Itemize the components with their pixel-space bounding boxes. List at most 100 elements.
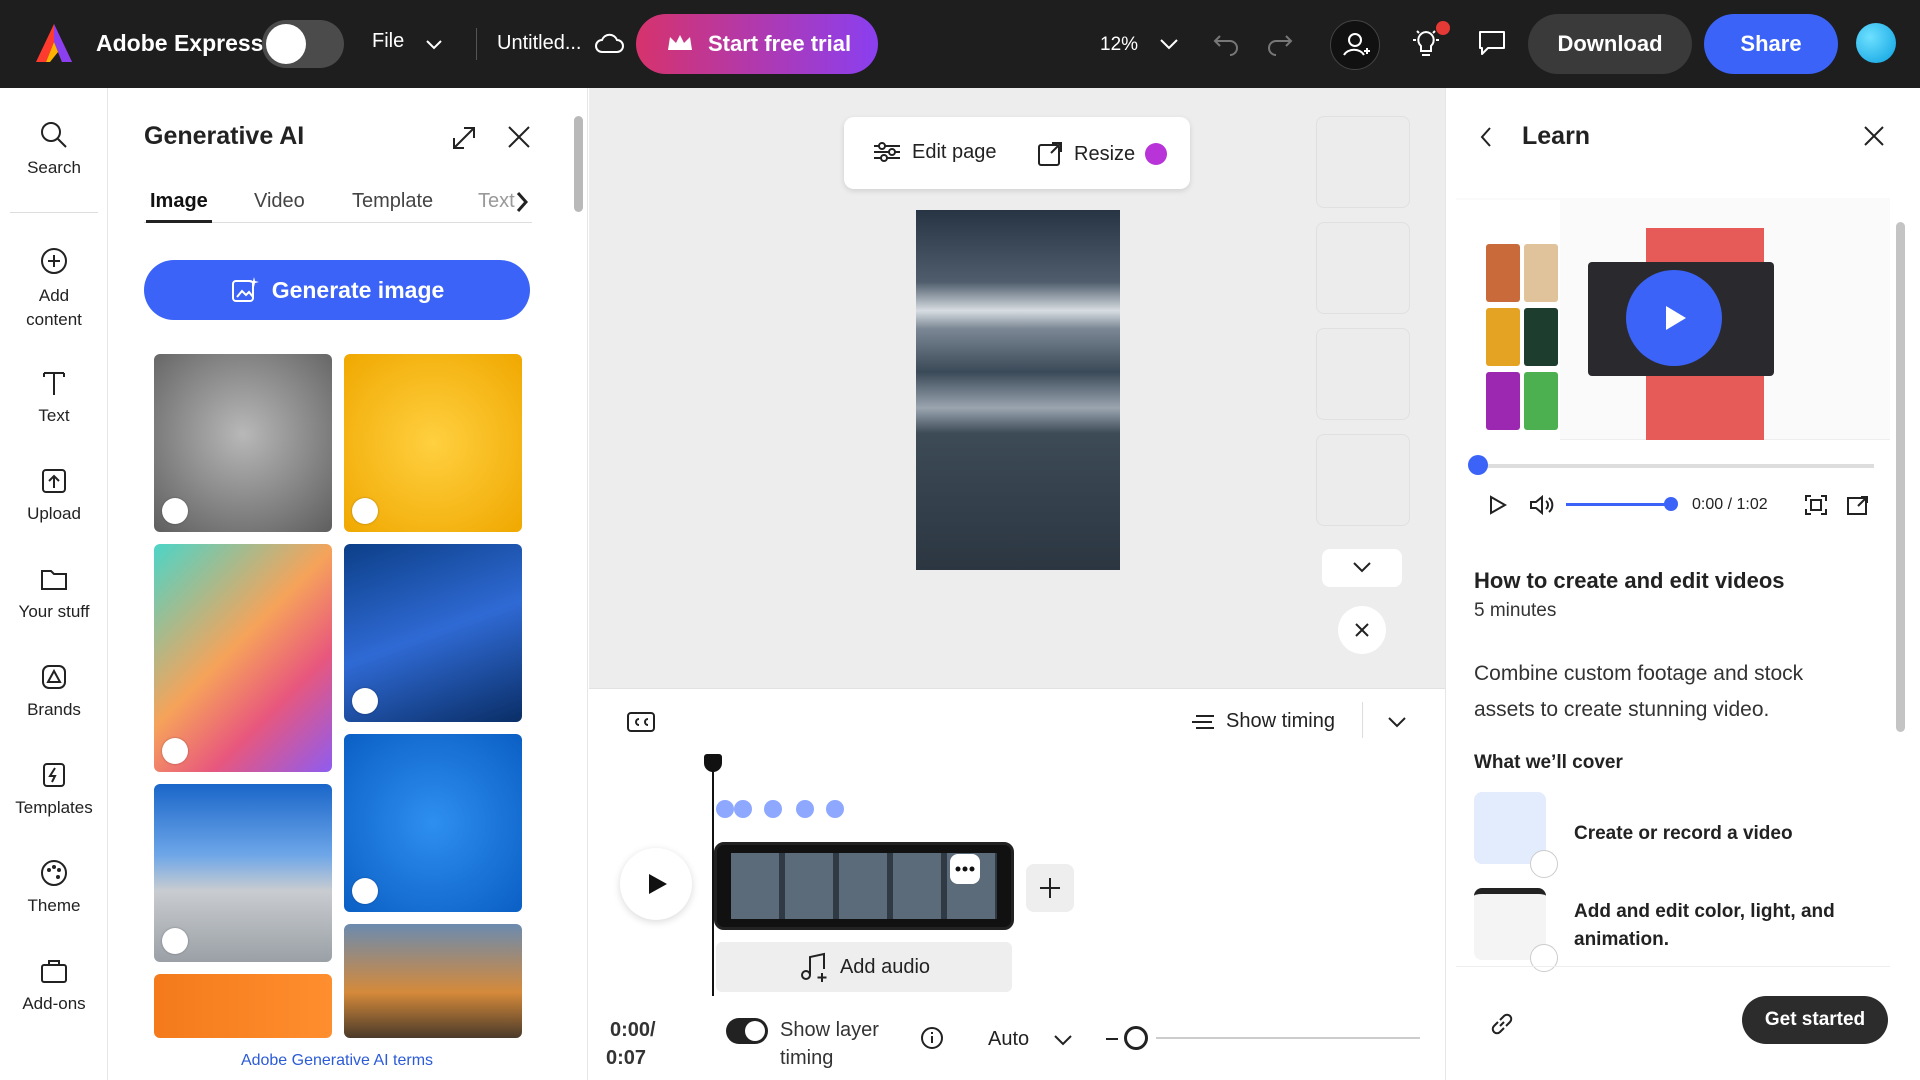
- check-circle-icon: [1530, 850, 1558, 878]
- template-preview: [1486, 308, 1520, 366]
- resize-button[interactable]: Resize: [1036, 140, 1168, 168]
- minus-icon[interactable]: [1106, 1038, 1118, 1040]
- divider: [1456, 966, 1890, 967]
- close-pages-button[interactable]: [1338, 606, 1386, 654]
- generated-image-thumbnail[interactable]: [154, 354, 332, 532]
- app-name: Adobe Express: [96, 30, 264, 56]
- rail-item-brands[interactable]: Brands: [0, 662, 108, 720]
- start-free-trial-button[interactable]: Start free trial: [636, 14, 878, 74]
- chevron-down-icon[interactable]: [1158, 34, 1180, 54]
- invite-collaborator-button[interactable]: [1330, 20, 1380, 70]
- video-progress-track[interactable]: [1470, 464, 1874, 468]
- animation-marker[interactable]: [716, 800, 734, 818]
- search-icon: [41, 122, 67, 148]
- animation-marker[interactable]: [796, 800, 814, 818]
- captions-icon[interactable]: [626, 710, 656, 734]
- rail-item-your-stuff[interactable]: Your stuff: [0, 564, 108, 622]
- add-audio-button[interactable]: Add audio: [716, 942, 1012, 992]
- tab-video[interactable]: Video: [254, 190, 305, 213]
- zoom-level[interactable]: 12%: [1100, 34, 1138, 56]
- rail-label: Upload: [27, 504, 81, 523]
- cover-item[interactable]: Create or record a video: [1574, 820, 1864, 848]
- show-timing-label: Show timing: [1226, 710, 1335, 732]
- add-scene-button[interactable]: [1026, 864, 1074, 912]
- play-button[interactable]: [620, 848, 692, 920]
- generated-image-thumbnail[interactable]: [154, 544, 332, 772]
- playback-speed-select[interactable]: Auto: [988, 1028, 1029, 1051]
- label-line: Show layer: [780, 1019, 879, 1041]
- rail-item-search[interactable]: Search: [0, 120, 108, 178]
- page-thumbnail[interactable]: [1316, 222, 1410, 314]
- rail-item-add-ons[interactable]: Add-ons: [0, 956, 108, 1014]
- tutorial-duration: 5 minutes: [1474, 600, 1557, 621]
- generated-image-thumbnail[interactable]: [344, 354, 522, 532]
- tab-template[interactable]: Template: [352, 190, 433, 213]
- undo-icon[interactable]: [1212, 30, 1242, 56]
- animation-marker[interactable]: [734, 800, 752, 818]
- rail-item-text[interactable]: Text: [0, 368, 108, 426]
- sparkle-icon: [162, 738, 188, 764]
- chevron-down-icon[interactable]: [1052, 1030, 1074, 1050]
- pages-expand-button[interactable]: [1322, 549, 1402, 587]
- video-play-button[interactable]: [1626, 270, 1722, 366]
- magic-toggle[interactable]: [262, 20, 344, 68]
- timeline-zoom-slider-track[interactable]: [1156, 1037, 1420, 1039]
- file-menu-button[interactable]: File: [372, 30, 404, 53]
- resize-icon: [1038, 142, 1062, 166]
- scrollbar[interactable]: [1892, 200, 1910, 960]
- page-thumbnail[interactable]: [1316, 328, 1410, 420]
- video-page-artboard[interactable]: [916, 210, 1120, 570]
- close-icon[interactable]: [506, 124, 532, 150]
- generative-ai-terms-link[interactable]: Adobe Generative AI terms: [144, 1052, 530, 1070]
- page-thumbnail[interactable]: [1316, 116, 1410, 208]
- edit-page-button[interactable]: Edit page: [872, 140, 997, 164]
- redo-icon[interactable]: [1264, 30, 1294, 56]
- info-icon[interactable]: [920, 1026, 944, 1050]
- volume-slider-knob[interactable]: [1664, 497, 1678, 511]
- share-button[interactable]: Share: [1704, 14, 1838, 74]
- generated-image-thumbnail[interactable]: [344, 924, 522, 1038]
- generated-image-thumbnail[interactable]: [154, 784, 332, 962]
- comment-icon[interactable]: [1476, 28, 1508, 58]
- video-progress-knob[interactable]: [1468, 455, 1488, 475]
- chevron-down-icon[interactable]: [424, 34, 444, 54]
- get-started-button[interactable]: Get started: [1742, 996, 1888, 1044]
- tab-text[interactable]: Text: [478, 190, 515, 213]
- document-title[interactable]: Untitled...: [497, 32, 581, 55]
- close-icon[interactable]: [1862, 124, 1886, 148]
- expand-icon[interactable]: [450, 124, 478, 152]
- animation-marker[interactable]: [764, 800, 782, 818]
- play-icon[interactable]: [1486, 494, 1508, 516]
- cover-item[interactable]: Add and edit color, light, and animation…: [1574, 898, 1864, 954]
- animation-marker[interactable]: [826, 800, 844, 818]
- adobe-express-logo[interactable]: [34, 22, 74, 66]
- download-button[interactable]: Download: [1528, 14, 1692, 74]
- avatar[interactable]: [1856, 23, 1896, 63]
- volume-slider-track[interactable]: [1566, 503, 1672, 506]
- generate-image-button[interactable]: Generate image: [144, 260, 530, 320]
- palette-icon: [41, 860, 67, 886]
- rail-item-templates[interactable]: Templates: [0, 760, 108, 818]
- show-layer-timing-toggle[interactable]: [726, 1018, 768, 1044]
- volume-icon[interactable]: [1528, 494, 1554, 516]
- rail-item-upload[interactable]: Upload: [0, 466, 108, 524]
- show-timing-button[interactable]: Show timing: [1190, 710, 1335, 733]
- timeline-zoom-slider-knob[interactable]: [1124, 1026, 1148, 1050]
- chevron-right-icon[interactable]: [514, 190, 530, 214]
- rail-item-add-content[interactable]: Add content: [0, 246, 108, 332]
- picture-in-picture-icon[interactable]: [1846, 494, 1870, 516]
- chevron-left-icon[interactable]: [1476, 124, 1496, 150]
- fullscreen-icon[interactable]: [1804, 494, 1828, 516]
- rail-item-theme[interactable]: Theme: [0, 858, 108, 916]
- link-icon[interactable]: [1488, 1010, 1516, 1038]
- generated-image-thumbnail[interactable]: [344, 544, 522, 722]
- sparkle-icon: [266, 24, 306, 64]
- generated-image-thumbnail[interactable]: [344, 734, 522, 912]
- page-thumbnail[interactable]: [1316, 434, 1410, 526]
- clip-more-button[interactable]: [950, 854, 980, 884]
- chevron-down-icon[interactable]: [1386, 712, 1408, 732]
- scrollbar[interactable]: [570, 88, 588, 1080]
- generated-image-thumbnail[interactable]: [154, 974, 332, 1038]
- tab-image[interactable]: Image: [150, 190, 208, 213]
- divider: [10, 212, 98, 213]
